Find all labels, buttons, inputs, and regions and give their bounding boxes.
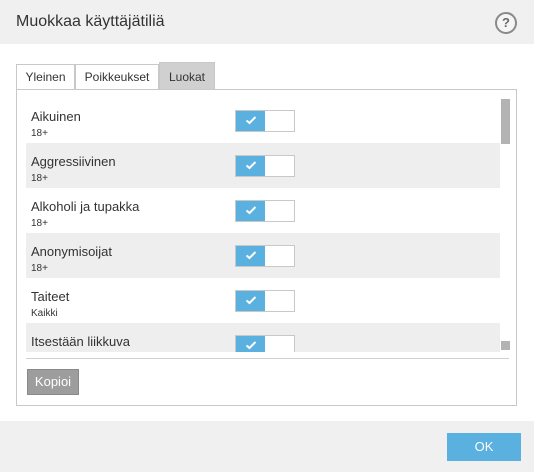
check-icon bbox=[245, 296, 257, 305]
tab-panel-luokat: Aikuinen 18+ Aggressiivinen 18+ Alkoholi… bbox=[16, 89, 517, 406]
category-row: Taiteet Kaikki bbox=[26, 278, 500, 323]
check-icon bbox=[245, 251, 257, 260]
divider bbox=[26, 358, 509, 359]
category-toggle[interactable] bbox=[235, 110, 295, 132]
tab-yleinen[interactable]: Yleinen bbox=[16, 64, 75, 90]
copy-button[interactable]: Kopioi bbox=[27, 369, 79, 395]
category-age: 18+ bbox=[31, 173, 48, 184]
toggle-on-segment bbox=[236, 336, 265, 352]
dialog-title: Muokkaa käyttäjätiliä bbox=[16, 13, 165, 30]
category-toggle[interactable] bbox=[235, 335, 295, 352]
category-name: Taiteet bbox=[31, 289, 70, 304]
category-row: Aggressiivinen 18+ bbox=[26, 143, 500, 188]
category-age: 18+ bbox=[31, 218, 48, 229]
category-toggle[interactable] bbox=[235, 200, 295, 222]
scrollbar-end-marker[interactable] bbox=[501, 341, 510, 350]
check-icon bbox=[245, 116, 257, 125]
tab-luokat[interactable]: Luokat bbox=[159, 62, 215, 90]
dialog-footer: OK bbox=[0, 421, 534, 472]
ok-button[interactable]: OK bbox=[447, 433, 521, 461]
category-name: Alkoholi ja tupakka bbox=[31, 199, 140, 214]
scrollbar-thumb[interactable] bbox=[501, 99, 510, 144]
toggle-on-segment bbox=[236, 291, 265, 311]
toggle-on-segment bbox=[236, 111, 265, 131]
category-age: 18+ bbox=[31, 263, 48, 274]
dialog-titlebar: Muokkaa käyttäjätiliä ? bbox=[0, 0, 534, 44]
category-row: Alkoholi ja tupakka 18+ bbox=[26, 188, 500, 233]
category-toggle[interactable] bbox=[235, 290, 295, 312]
tab-poikkeukset[interactable]: Poikkeukset bbox=[75, 64, 159, 90]
category-toggle[interactable] bbox=[235, 155, 295, 177]
category-row: Anonymisoijat 18+ bbox=[26, 233, 500, 278]
category-name: Itsestään liikkuva bbox=[31, 334, 130, 349]
list-scrollbar[interactable] bbox=[501, 98, 511, 352]
category-age: 18+ bbox=[31, 128, 48, 139]
help-icon[interactable]: ? bbox=[495, 12, 517, 34]
check-icon bbox=[245, 161, 257, 170]
toggle-on-segment bbox=[236, 201, 265, 221]
category-list: Aikuinen 18+ Aggressiivinen 18+ Alkoholi… bbox=[26, 98, 500, 352]
category-row: Itsestään liikkuva bbox=[26, 323, 500, 352]
category-name: Aikuinen bbox=[31, 109, 81, 124]
check-icon bbox=[245, 206, 257, 215]
category-name: Anonymisoijat bbox=[31, 244, 112, 259]
category-toggle[interactable] bbox=[235, 245, 295, 267]
category-age: Kaikki bbox=[31, 308, 58, 319]
toggle-on-segment bbox=[236, 156, 265, 176]
toggle-on-segment bbox=[236, 246, 265, 266]
category-name: Aggressiivinen bbox=[31, 154, 116, 169]
check-icon bbox=[245, 341, 257, 350]
category-row: Aikuinen 18+ bbox=[26, 98, 500, 143]
